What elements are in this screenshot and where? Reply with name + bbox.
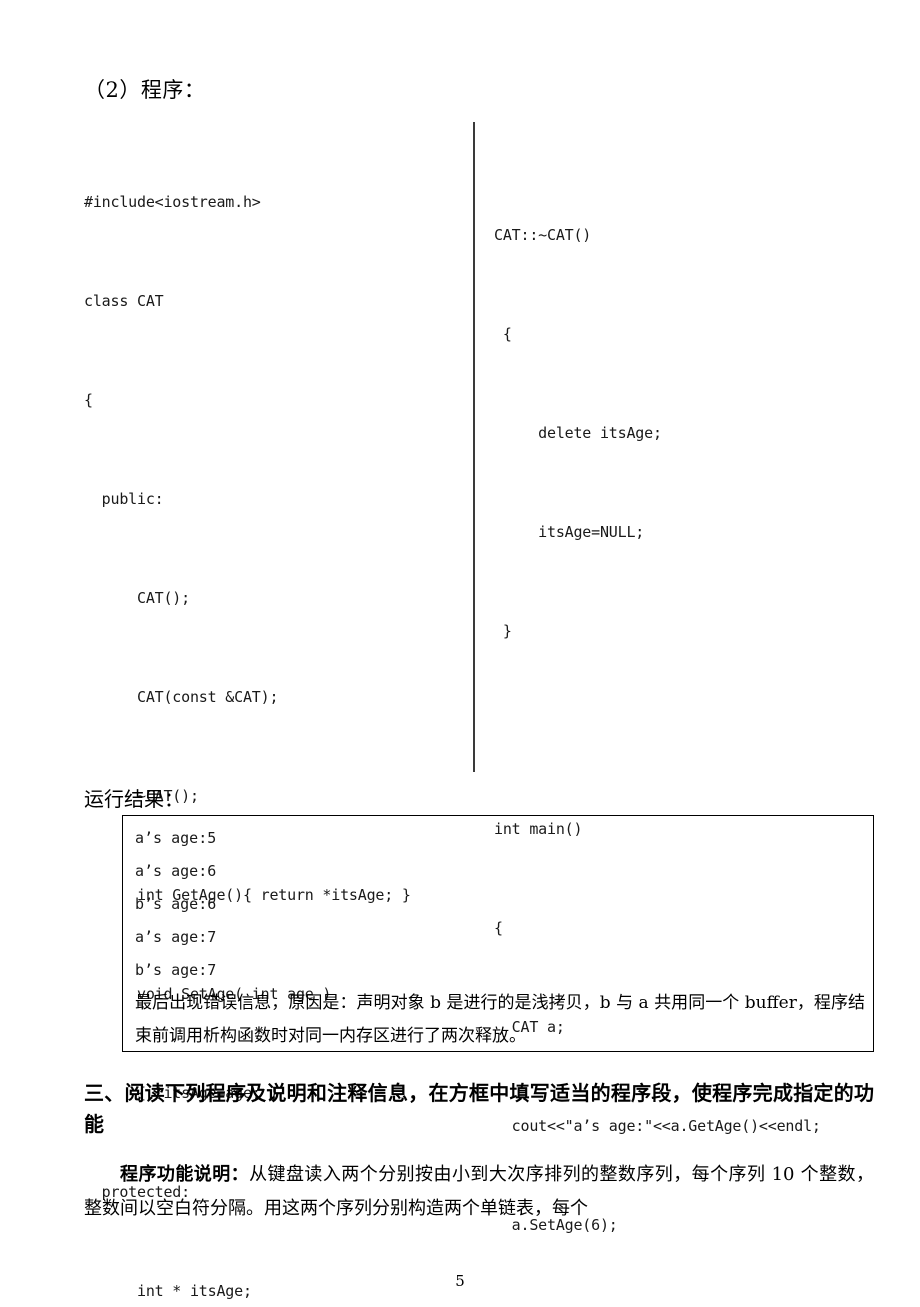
code-line: itsAge=NULL; <box>494 523 645 541</box>
code-line: CAT(const &CAT); <box>84 688 279 706</box>
section-three-heading: 三、阅读下列程序及说明和注释信息，在方框中填写适当的程序段，使程序完成指定的功能 <box>84 1081 874 1136</box>
page-number: 5 <box>455 1272 465 1290</box>
run-result-label: 运行结果： <box>84 787 184 811</box>
output-line: a’s age:5 <box>135 829 217 847</box>
paragraph-label: 程序功能说明： <box>120 1164 250 1185</box>
subsection-title: （2）程序： <box>84 78 206 102</box>
section-three-paragraph: 程序功能说明：从键盘读入两个分别按由小到大次序排列的整数序列，每个序列 10 个… <box>84 1158 874 1226</box>
code-line: class CAT <box>84 292 164 310</box>
code-line: { <box>494 325 512 343</box>
output-line: a’s age:7 <box>135 928 217 946</box>
output-explanation: 最后出现错误信息，原因是：声明对象 b 是进行的是浅拷贝，b 与 a 共用同一个… <box>135 993 865 1046</box>
code-line: CAT::~CAT() <box>494 226 592 244</box>
code-listing: #include<iostream.h> class CAT { public:… <box>0 120 920 1300</box>
run-result-box: a’s age:5 a’s age:6 b’s age:6 a’s age:7 … <box>122 815 874 1052</box>
code-line: public: <box>84 490 164 508</box>
code-line: } <box>494 622 512 640</box>
code-line: #include<iostream.h> <box>84 193 261 211</box>
output-line: a’s age:6 <box>135 862 217 880</box>
output-line: b’s age:6 <box>135 895 217 913</box>
code-line: CAT(); <box>84 589 190 607</box>
code-line: delete itsAge; <box>494 424 662 442</box>
document-page: （2）程序： #include<iostream.h> class CAT { … <box>0 0 920 1307</box>
code-line: { <box>84 391 93 409</box>
output-line: b’s age:7 <box>135 961 217 979</box>
